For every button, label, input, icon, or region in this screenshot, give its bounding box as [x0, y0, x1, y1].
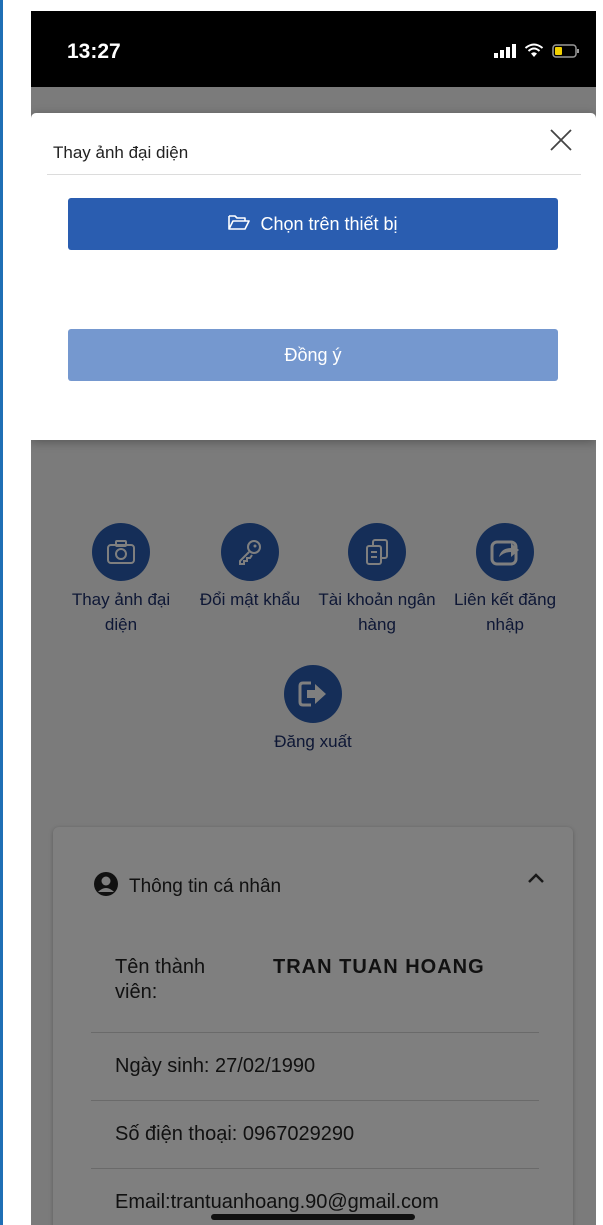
signal-icon — [494, 43, 516, 63]
phone-screen: Thay ảnh đại diện Đổi mật khẩu Tài khoản… — [31, 11, 596, 1225]
change-avatar-modal: Thay ảnh đại diện Chọn trên thiết bị Đồn… — [31, 113, 596, 440]
close-icon[interactable] — [548, 127, 574, 153]
battery-icon — [552, 43, 580, 63]
status-icons — [494, 43, 580, 63]
modal-title: Thay ảnh đại diện — [53, 143, 189, 162]
modal-divider — [47, 174, 581, 175]
screenshot-frame: Thay ảnh đại diện Đổi mật khẩu Tài khoản… — [0, 0, 603, 1225]
home-indicator[interactable] — [211, 1214, 415, 1220]
frame-border — [0, 0, 3, 1225]
folder-open-icon — [228, 214, 251, 235]
agree-button[interactable]: Đồng ý — [68, 329, 558, 381]
agree-button-label: Đồng ý — [284, 344, 342, 365]
status-bar: 13:27 — [31, 11, 596, 87]
choose-from-device-button[interactable]: Chọn trên thiết bị — [68, 198, 558, 250]
choose-button-label: Chọn trên thiết bị — [260, 213, 398, 234]
status-time: 13:27 — [67, 40, 121, 63]
wifi-icon — [524, 43, 544, 63]
